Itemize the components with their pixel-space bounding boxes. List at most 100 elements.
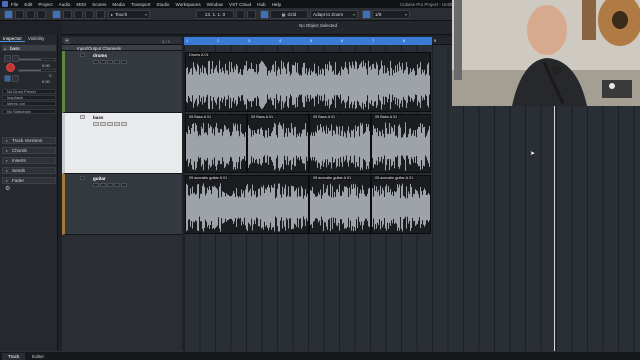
audio-event-guitar[interactable]: 05 acoustic guitar A 01 <box>309 175 371 234</box>
menu-hub[interactable]: Hub <box>257 2 265 7</box>
menu-vst-cloud[interactable]: VST Cloud <box>229 2 251 7</box>
automation-mode-select[interactable]: ▸ Touch ▾ <box>108 10 150 19</box>
audio-event-bass[interactable]: 05 Bass A 01 <box>185 114 247 173</box>
menu-edit[interactable]: Edit <box>24 2 32 7</box>
record-button[interactable] <box>93 122 99 126</box>
audio-event-bass[interactable]: 05 Bass A 01 <box>247 114 309 173</box>
edit-button[interactable] <box>121 122 127 126</box>
record-button[interactable] <box>93 183 99 187</box>
menu-workspaces[interactable]: Workspaces <box>175 2 200 7</box>
object-select-tool[interactable] <box>52 10 61 19</box>
track-header-guitar[interactable]: guitar <box>62 174 182 235</box>
add-track-button[interactable]: + <box>64 38 70 44</box>
monitor-button[interactable] <box>4 75 11 82</box>
event-label: 05 acoustic guitar A 01 <box>312 176 353 180</box>
track-name: guitar <box>93 176 106 181</box>
ruler-bar: 6 <box>341 38 344 43</box>
track-buttons <box>93 122 127 126</box>
window-title: Cubase Pro Project - Untitled1 <box>400 1 460 7</box>
ruler-bar: 3 <box>248 38 251 43</box>
right-zone-button[interactable] <box>37 10 46 19</box>
tab-editor[interactable]: Editor <box>26 353 50 360</box>
inspector-track-header[interactable]: ▴ bass <box>2 45 56 51</box>
menu-help[interactable]: Help <box>272 2 281 7</box>
ruler-bar: 7 <box>372 38 375 43</box>
inspector-tabs: Inspector Visibility <box>0 35 57 42</box>
gear-icon[interactable]: ⚙ <box>5 186 11 192</box>
volume-slider[interactable] <box>18 58 56 61</box>
glue-tool[interactable] <box>85 10 94 19</box>
input-routing-select[interactable]: loopback <box>2 95 56 100</box>
section-chords[interactable]: Chords <box>2 147 56 154</box>
volume-value: 0.00 <box>42 63 50 68</box>
tab-track[interactable]: Track <box>2 353 26 360</box>
cycle-range[interactable] <box>184 37 432 45</box>
menu-window[interactable]: Window <box>207 2 223 7</box>
drum-preset-select[interactable]: No Drum Preset <box>2 89 56 94</box>
quantize-icon[interactable] <box>362 10 371 19</box>
edit-button[interactable] <box>121 60 127 64</box>
audio-event-drums[interactable]: Drums A 01 <box>185 52 431 112</box>
menu-scores[interactable]: Scores <box>92 2 106 7</box>
read-button[interactable] <box>107 183 113 187</box>
read-button[interactable] <box>107 122 113 126</box>
write-button[interactable] <box>114 183 120 187</box>
edit-button[interactable] <box>121 183 127 187</box>
inspector-toggle-button[interactable] <box>4 10 13 19</box>
menu-media[interactable]: Media <box>112 2 125 7</box>
menu-project[interactable]: Project <box>38 2 52 7</box>
track-count: 3 / 3 <box>162 38 170 44</box>
event-label: 05 Bass A 01 <box>250 115 275 119</box>
audio-event-bass[interactable]: 05 Bass A 01 <box>309 114 371 173</box>
pan-slider[interactable] <box>18 69 56 72</box>
event-label: 05 Bass A 01 <box>188 115 213 119</box>
split-tool[interactable] <box>74 10 83 19</box>
monitor-button[interactable] <box>100 183 106 187</box>
tab-visibility[interactable]: Visibility <box>25 35 48 42</box>
left-zone-button[interactable] <box>15 10 24 19</box>
track-header-bass[interactable]: bass <box>62 113 182 174</box>
write-button[interactable] <box>114 122 120 126</box>
audio-event-guitar[interactable]: 05 acoustic guitar A 01 <box>371 175 431 234</box>
plus-icon: + <box>65 38 69 44</box>
track-header-drums[interactable]: drums <box>62 51 182 113</box>
output-routing-select[interactable]: stereo out <box>2 101 56 106</box>
section-fader[interactable]: Fader <box>2 177 56 184</box>
grid-type-select[interactable]: Adapt to Zoom ▾ <box>310 10 358 19</box>
speaker-icon[interactable] <box>236 10 245 19</box>
audio-event-guitar[interactable]: 05 acoustic guitar A 01 <box>185 175 309 234</box>
position-display[interactable]: 13. 1. 1. 0 <box>196 10 234 19</box>
snap-icon[interactable] <box>260 10 269 19</box>
menu-studio[interactable]: Studio <box>156 2 169 7</box>
folder-label: Input/Output Channels <box>77 45 121 51</box>
record-button[interactable] <box>93 60 99 64</box>
quantize-value-select[interactable]: 1/8 ▾ <box>372 10 410 19</box>
section-inserts[interactable]: Inserts <box>2 157 56 164</box>
sidechain-select[interactable]: No Sidechain <box>2 109 56 114</box>
menu-file[interactable]: File <box>11 2 18 7</box>
lower-zone-button[interactable] <box>26 10 35 19</box>
tab-inspector[interactable]: Inspector <box>0 35 25 42</box>
record-enable-button[interactable] <box>6 63 15 72</box>
audio-event-bass[interactable]: 05 Bass A 01 <box>371 114 431 173</box>
section-sends[interactable]: Sends <box>2 167 56 174</box>
menu-midi[interactable]: MIDI <box>76 2 86 7</box>
range-tool[interactable] <box>63 10 72 19</box>
menu-audio[interactable]: Audio <box>59 2 71 7</box>
menu-transport[interactable]: Transport <box>131 2 151 7</box>
waveform <box>310 183 370 232</box>
monitor-button[interactable] <box>100 122 106 126</box>
monitor-button[interactable] <box>100 60 106 64</box>
read-automation-button[interactable] <box>12 75 19 82</box>
write-button[interactable] <box>114 60 120 64</box>
record-mode-button[interactable] <box>247 10 256 19</box>
erase-tool[interactable] <box>96 10 105 19</box>
read-button[interactable] <box>107 60 113 64</box>
mute-button[interactable] <box>4 55 11 62</box>
track-mute-button[interactable] <box>80 115 85 119</box>
section-track-versions[interactable]: Track Versions <box>2 137 56 144</box>
snap-type-select[interactable]: ▦ Grid <box>270 10 308 19</box>
track-list-header: + 3 / 3 <box>62 37 182 45</box>
track-mute-button[interactable] <box>80 176 85 180</box>
track-mute-button[interactable] <box>80 53 85 57</box>
